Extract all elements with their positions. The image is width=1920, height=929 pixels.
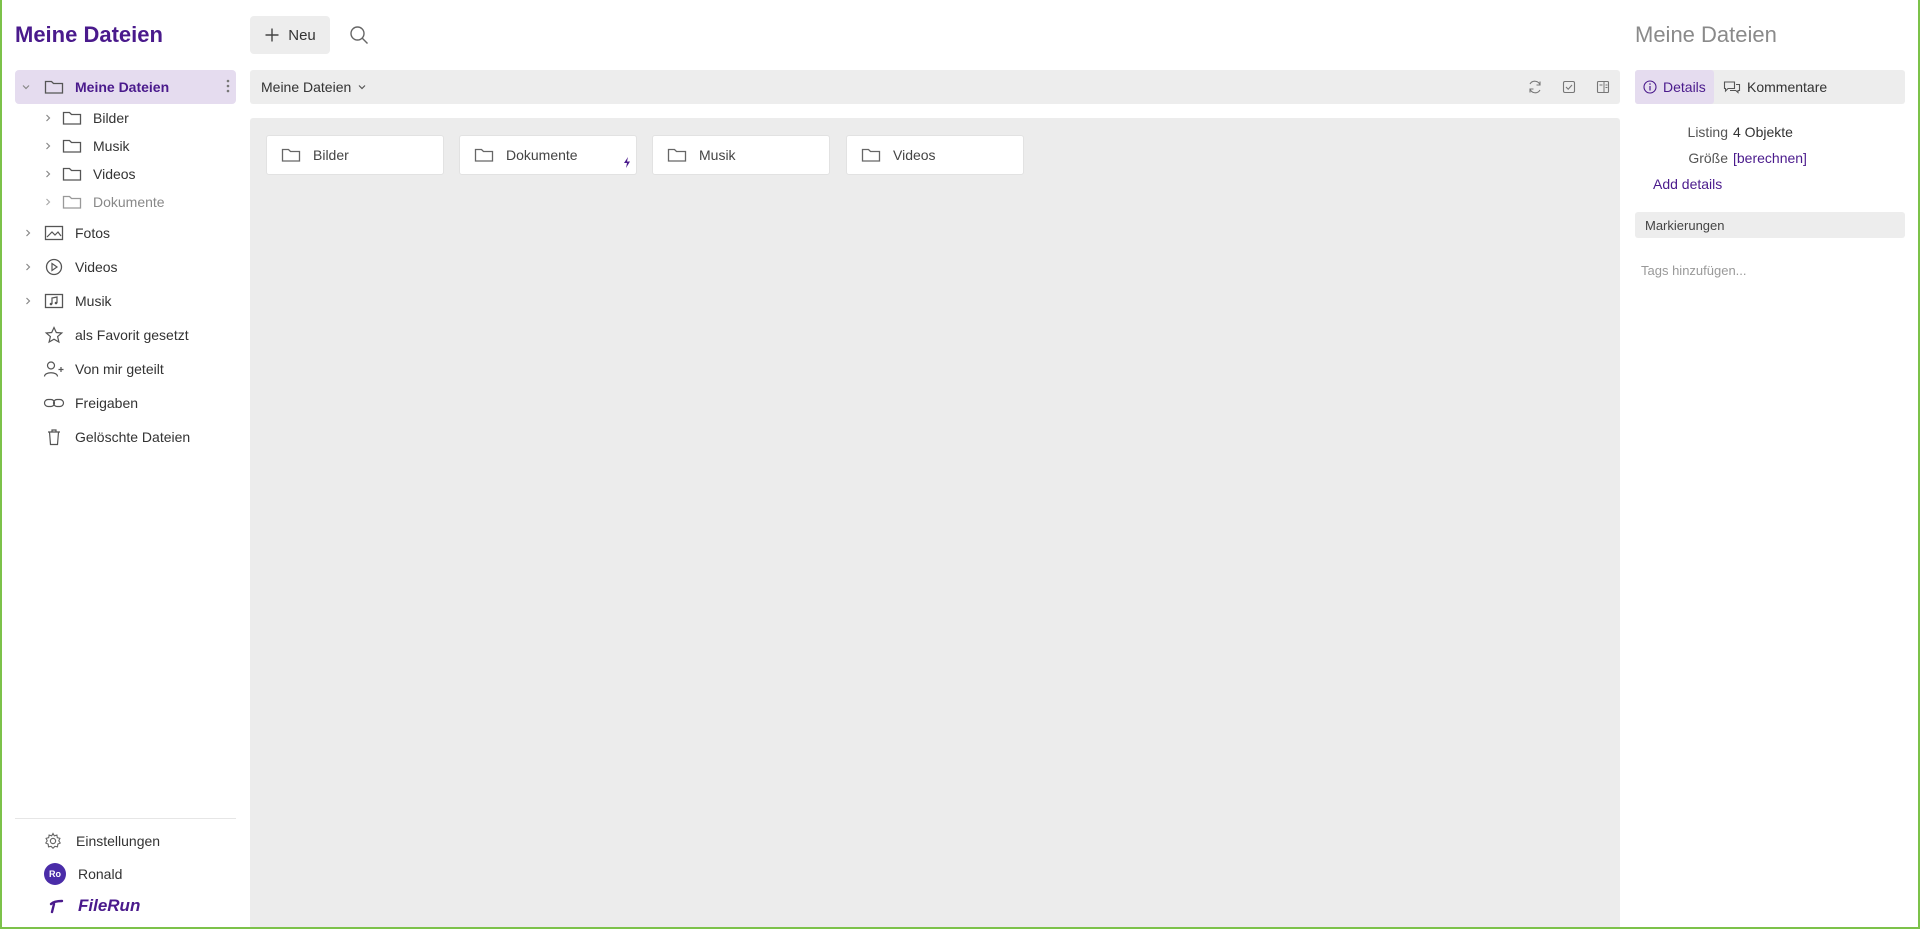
sidebar-item-label: Von mir geteilt xyxy=(75,361,164,377)
file-grid[interactable]: Bilder Dokumente Musik Videos xyxy=(250,118,1620,929)
sidebar-item-meine-dateien[interactable]: Meine Dateien xyxy=(15,70,236,104)
chevron-right-icon[interactable] xyxy=(41,195,55,209)
star-icon xyxy=(43,326,65,344)
new-button-label: Neu xyxy=(288,26,316,44)
listing-key: Listing xyxy=(1687,124,1728,140)
filerun-logo-icon xyxy=(48,898,64,914)
search-icon[interactable] xyxy=(348,24,370,46)
folder-icon xyxy=(281,147,301,163)
folder-card-dokumente[interactable]: Dokumente xyxy=(459,135,637,175)
folder-icon xyxy=(61,137,83,155)
folder-card-videos[interactable]: Videos xyxy=(846,135,1024,175)
chevron-down-icon xyxy=(357,82,367,92)
sidebar-item-musik[interactable]: Musik xyxy=(15,284,236,318)
folder-card-musik[interactable]: Musik xyxy=(652,135,830,175)
listing-value: 4 Objekte xyxy=(1733,124,1793,140)
tab-details-label: Details xyxy=(1663,79,1706,95)
sidebar-subfolder-dokumente[interactable]: Dokumente xyxy=(15,188,236,216)
chevron-right-icon[interactable] xyxy=(41,167,55,181)
folder-icon xyxy=(667,147,687,163)
sidebar-subfolder-musik[interactable]: Musik xyxy=(15,132,236,160)
folder-name: Musik xyxy=(699,147,736,163)
sidebar-item-freigaben[interactable]: Freigaben xyxy=(15,386,236,420)
sidebar-divider xyxy=(15,818,236,819)
settings-item[interactable]: Einstellungen xyxy=(44,832,160,850)
sidebar-item-von-mir-geteilt[interactable]: Von mir geteilt xyxy=(15,352,236,386)
sidebar-item-favoriten[interactable]: als Favorit gesetzt xyxy=(15,318,236,352)
sidebar-subfolder-bilder[interactable]: Bilder xyxy=(15,104,236,132)
folder-name: Videos xyxy=(893,147,936,163)
folder-name: Dokumente xyxy=(506,147,578,163)
brand-name: FileRun xyxy=(78,896,141,915)
size-key: Größe xyxy=(1688,150,1728,166)
music-icon xyxy=(43,292,65,310)
comments-icon xyxy=(1723,80,1741,94)
sidebar: Meine Dateien Meine Dateien Bilder Musik xyxy=(0,0,240,929)
chevron-right-icon[interactable] xyxy=(41,139,55,153)
sidebar-item-label: Bilder xyxy=(93,110,129,126)
folder-icon xyxy=(61,165,83,183)
link-icon xyxy=(43,394,65,412)
app-title: Meine Dateien xyxy=(15,22,163,47)
user-name: Ronald xyxy=(78,866,123,882)
sidebar-item-label: Musik xyxy=(93,138,130,154)
tags-section-header: Markierungen xyxy=(1635,212,1905,238)
settings-label: Einstellungen xyxy=(76,833,161,849)
folder-icon xyxy=(61,193,83,211)
folder-icon xyxy=(474,147,494,163)
view-mode-icon[interactable] xyxy=(1595,79,1611,95)
tags-input[interactable]: Tags hinzufügen... xyxy=(1641,263,1747,278)
chevron-right-icon[interactable] xyxy=(21,226,35,240)
trash-icon xyxy=(43,428,65,446)
sidebar-item-label: Gelöschte Dateien xyxy=(75,429,191,445)
tab-kommentare[interactable]: Kommentare xyxy=(1723,70,1827,104)
details-title: Meine Dateien xyxy=(1635,22,1777,47)
sidebar-item-fotos[interactable]: Fotos xyxy=(15,216,236,250)
refresh-icon[interactable] xyxy=(1527,79,1543,95)
sidebar-item-label: als Favorit gesetzt xyxy=(75,327,189,343)
sidebar-subfolder-videos[interactable]: Videos xyxy=(15,160,236,188)
sidebar-item-label: Videos xyxy=(75,259,118,275)
chevron-right-icon[interactable] xyxy=(41,111,55,125)
photos-icon xyxy=(43,224,65,242)
info-icon xyxy=(1643,80,1657,94)
sidebar-item-geloeschte-dateien[interactable]: Gelöschte Dateien xyxy=(15,420,236,454)
gear-icon xyxy=(44,832,62,850)
breadcrumb-bar: Meine Dateien xyxy=(250,70,1620,104)
select-all-icon[interactable] xyxy=(1561,79,1577,95)
new-button[interactable]: Neu xyxy=(250,16,330,54)
folder-icon xyxy=(861,147,881,163)
breadcrumb-label: Meine Dateien xyxy=(261,79,352,95)
details-tabs: Details Kommentare xyxy=(1635,70,1905,104)
tab-kommentare-label: Kommentare xyxy=(1747,79,1828,95)
sidebar-item-label: Dokumente xyxy=(93,194,165,210)
folder-card-bilder[interactable]: Bilder xyxy=(266,135,444,175)
chevron-down-icon[interactable] xyxy=(19,80,33,94)
more-options-icon[interactable] xyxy=(226,78,230,97)
sidebar-item-label: Videos xyxy=(93,166,136,182)
sidebar-item-label: Musik xyxy=(75,293,112,309)
folder-icon xyxy=(43,78,65,96)
calculate-size-link[interactable]: [berechnen] xyxy=(1733,150,1807,166)
chevron-right-icon[interactable] xyxy=(21,294,35,308)
tab-details[interactable]: Details xyxy=(1635,70,1714,104)
sidebar-item-label: Freigaben xyxy=(75,395,139,411)
user-item[interactable]: Ro Ronald xyxy=(44,863,122,885)
plus-icon xyxy=(264,27,280,43)
play-icon xyxy=(43,258,65,276)
chevron-right-icon[interactable] xyxy=(21,260,35,274)
sidebar-item-videos[interactable]: Videos xyxy=(15,250,236,284)
folder-name: Bilder xyxy=(313,147,349,163)
breadcrumb[interactable]: Meine Dateien xyxy=(261,79,367,95)
folder-icon xyxy=(61,109,83,127)
lightning-icon xyxy=(623,155,631,171)
sidebar-item-label: Fotos xyxy=(75,225,111,241)
brand-logo: FileRun xyxy=(48,896,140,916)
add-details-link[interactable]: Add details xyxy=(1653,176,1722,192)
folder-tree: Meine Dateien Bilder Musik Videos Dokume… xyxy=(15,70,236,454)
user-plus-icon xyxy=(43,360,65,378)
sidebar-item-label: Meine Dateien xyxy=(75,79,170,95)
avatar: Ro xyxy=(44,863,66,885)
